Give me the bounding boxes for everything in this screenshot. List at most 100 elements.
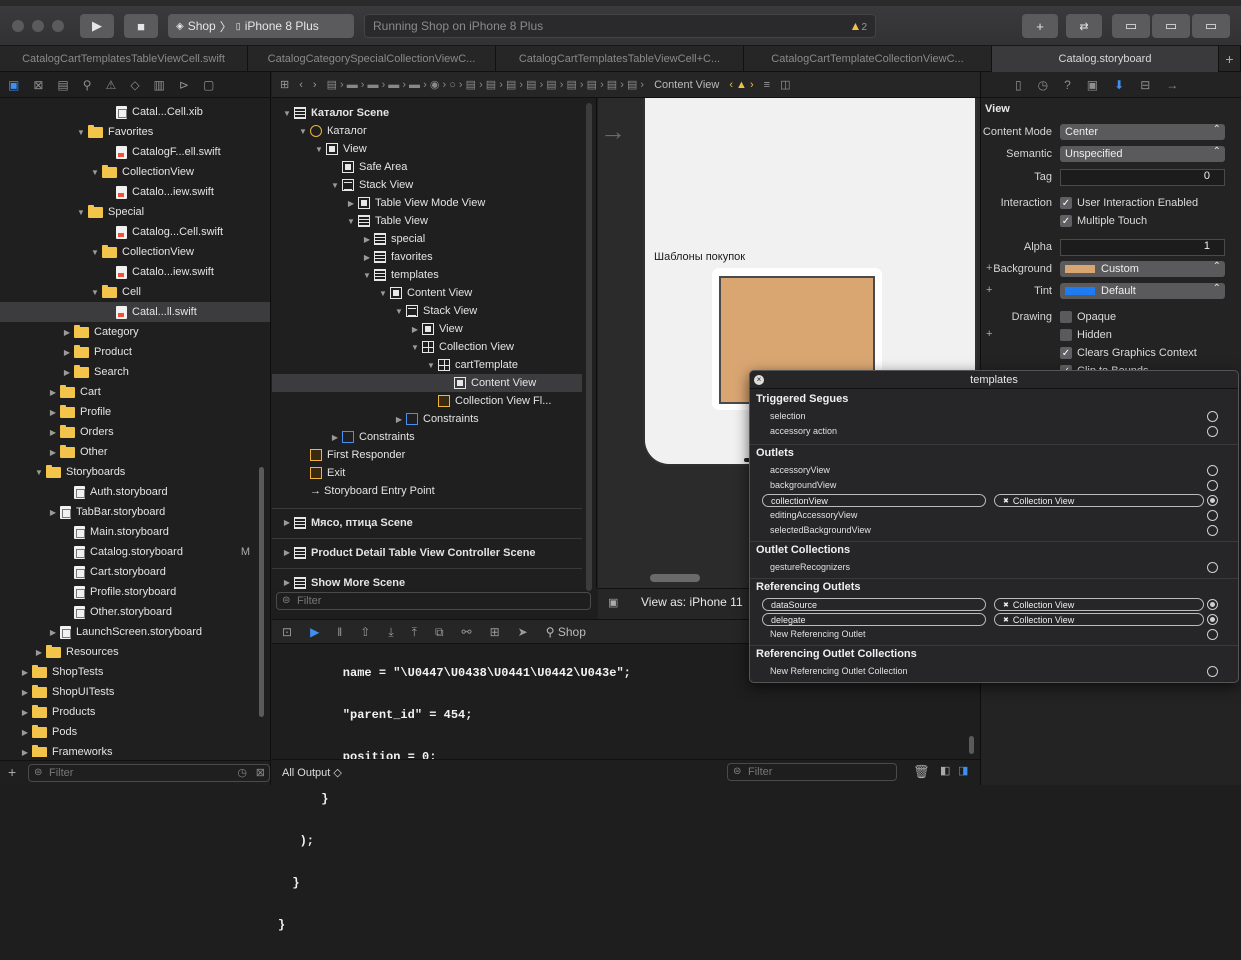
outline-filter-input[interactable]: ⊜ Filter xyxy=(276,592,591,610)
connections-inspector-icon[interactable]: → xyxy=(1166,78,1178,92)
issue-nav-icon[interactable]: ‹ ▲ › xyxy=(729,79,753,91)
disclosure-triangle-icon[interactable]: ▶ xyxy=(362,253,372,262)
trash-icon[interactable]: 🗑 xyxy=(913,764,930,780)
file-tree-row[interactable]: ▼ Special xyxy=(0,202,270,222)
disclosure-triangle-icon[interactable]: ▶ xyxy=(48,408,58,417)
connection-well-icon[interactable] xyxy=(1207,599,1218,610)
disclosure-triangle-icon[interactable]: ▶ xyxy=(20,668,30,677)
modified-files-icon[interactable]: ⊠ xyxy=(256,766,265,779)
file-tree-row[interactable]: Catalog.storyboard M xyxy=(0,542,270,562)
toggle-navigator-button[interactable]: ▭ xyxy=(1112,14,1150,38)
output-selector[interactable]: All Output ◇ xyxy=(282,766,342,779)
attributes-inspector-icon[interactable]: ⬇ xyxy=(1114,78,1124,92)
disclosure-triangle-icon[interactable]: ▶ xyxy=(48,448,58,457)
file-tree-row[interactable]: ▶ Other xyxy=(0,442,270,462)
breadcrumb-current[interactable]: Content View xyxy=(654,79,719,91)
file-tree-row[interactable]: ▶ ShopUITests xyxy=(0,682,270,702)
outline-row[interactable]: ▶ Table View Mode View xyxy=(272,194,582,212)
connection-well-icon[interactable] xyxy=(1207,629,1218,640)
file-tree-row[interactable]: ▶ Profile xyxy=(0,402,270,422)
minimize-window-button[interactable] xyxy=(32,20,44,32)
disclosure-triangle-icon[interactable]: ▼ xyxy=(378,289,388,298)
outline-row[interactable]: ▶ Constraints xyxy=(272,410,582,428)
disclosure-triangle-icon[interactable]: ▼ xyxy=(362,271,372,280)
disclosure-triangle-icon[interactable]: ▶ xyxy=(48,508,58,517)
outline-row[interactable]: ▶ favorites xyxy=(272,248,582,266)
outline-row[interactable]: Collection View Fl... xyxy=(272,392,582,410)
add-background-variation-icon[interactable]: + xyxy=(986,262,992,274)
outline-row[interactable]: ▼ Каталог Scene xyxy=(272,104,582,122)
disclosure-triangle-icon[interactable]: ▶ xyxy=(62,368,72,377)
folder-icon[interactable]: ▣ xyxy=(8,78,19,92)
disclosure-triangle-icon[interactable]: ▶ xyxy=(346,199,356,208)
file-tree-row[interactable]: ▼ CollectionView xyxy=(0,242,270,262)
disclosure-triangle-icon[interactable]: ▶ xyxy=(330,433,340,442)
tab-cart-templates-extension[interactable]: CatalogCartTemplatesTableViewCell+C... xyxy=(496,46,744,72)
forward-icon[interactable]: › xyxy=(313,79,317,91)
toggle-debug-button[interactable]: ▭ xyxy=(1152,14,1190,38)
connection-well-icon[interactable] xyxy=(1207,426,1218,437)
toggle-inspector-button[interactable]: ▭ xyxy=(1192,14,1230,38)
disclosure-triangle-icon[interactable]: ▶ xyxy=(20,728,30,737)
navigator-filter-input[interactable]: ⊜ Filter ◷ ⊠ xyxy=(28,764,270,782)
disclosure-triangle-icon[interactable]: ▶ xyxy=(362,235,372,244)
console-scrollbar[interactable] xyxy=(969,736,974,754)
file-tree-row[interactable]: Auth.storyboard xyxy=(0,482,270,502)
search-icon[interactable]: ⚲ xyxy=(83,78,92,92)
disclosure-triangle-icon[interactable]: ▶ xyxy=(62,348,72,357)
report-icon[interactable]: ▢ xyxy=(203,78,214,92)
disclosure-triangle-icon[interactable]: ▼ xyxy=(314,145,324,154)
disclosure-triangle-icon[interactable]: ▼ xyxy=(90,288,100,297)
file-tree-row[interactable]: ▶ Search xyxy=(0,362,270,382)
connection-well-icon[interactable] xyxy=(1207,562,1218,573)
connection-source-pill[interactable]: delegate xyxy=(762,613,986,626)
outline-row[interactable]: ▼ Stack View xyxy=(272,302,582,320)
disclosure-triangle-icon[interactable]: ▶ xyxy=(20,688,30,697)
connection-target-pill[interactable]: ✖ Collection View xyxy=(994,613,1204,626)
file-tree-row[interactable]: ▶ Cart xyxy=(0,382,270,402)
connection-well-icon[interactable] xyxy=(1207,480,1218,491)
outline-row[interactable]: ▶ special xyxy=(272,230,582,248)
file-tree-row[interactable]: ▶ Orders xyxy=(0,422,270,442)
file-tree-row[interactable]: ▶ Product xyxy=(0,342,270,362)
library-button[interactable]: + xyxy=(1022,14,1058,38)
disclosure-triangle-icon[interactable]: ▼ xyxy=(394,307,404,316)
disconnect-icon[interactable]: ✖ xyxy=(1003,601,1009,609)
connection-well-icon[interactable] xyxy=(1207,525,1218,536)
back-icon[interactable]: ‹ xyxy=(299,79,303,91)
outline-row[interactable]: ▼ Каталог xyxy=(272,122,582,140)
editor-options-icon[interactable]: ≡ xyxy=(764,79,770,91)
file-tree-row[interactable]: ▶ Resources xyxy=(0,642,270,662)
outline-toggle-icon[interactable]: ▣ xyxy=(608,596,618,609)
file-tree-row[interactable]: ▶ Category xyxy=(0,322,270,342)
help-icon[interactable]: ? xyxy=(1064,78,1071,92)
disclosure-triangle-icon[interactable]: ▼ xyxy=(76,128,86,137)
scheme-selector[interactable]: ◈ Shop 〉 ▯ iPhone 8 Plus xyxy=(168,14,354,38)
navigator-scrollbar[interactable] xyxy=(259,467,264,717)
background-popup[interactable]: Custom xyxy=(1060,261,1225,277)
disclosure-triangle-icon[interactable]: ▼ xyxy=(90,168,100,177)
file-tree-row[interactable]: Cart.storyboard xyxy=(0,562,270,582)
source-control-icon[interactable]: ⊠ xyxy=(33,78,43,92)
canvas-hscroll[interactable] xyxy=(650,574,700,582)
file-tree-row[interactable]: Catal...ll.swift xyxy=(0,302,270,322)
file-tree-row[interactable]: Main.storyboard xyxy=(0,522,270,542)
related-items-icon[interactable]: ⊞ xyxy=(280,78,289,91)
connection-target-pill[interactable]: ✖ Collection View xyxy=(994,598,1204,611)
code-review-button[interactable]: ⇄ xyxy=(1066,14,1102,38)
connection-well-icon[interactable] xyxy=(1207,614,1218,625)
tint-popup[interactable]: Default xyxy=(1060,283,1225,299)
warning-icon[interactable]: ▲2 xyxy=(850,19,867,33)
scene-row[interactable]: ▶ Мясо, птица Scene xyxy=(272,508,582,536)
multiple-touch-checkbox[interactable]: ✓ xyxy=(1060,215,1072,227)
disclosure-triangle-icon[interactable]: ▶ xyxy=(410,325,420,334)
tab-catalog-storyboard[interactable]: Catalog.storyboard xyxy=(992,46,1219,72)
outline-row[interactable]: ▼ View xyxy=(272,140,582,158)
disclosure-triangle-icon[interactable]: ▼ xyxy=(346,217,356,226)
outline-row[interactable]: ▼ Content View xyxy=(272,284,582,302)
console-view-icon[interactable]: ◨ xyxy=(958,764,968,777)
identity-inspector-icon[interactable]: ▣ xyxy=(1087,78,1098,92)
add-editor-icon[interactable]: ◫ xyxy=(780,78,790,91)
file-tree-row[interactable]: ▶ Products xyxy=(0,702,270,722)
disclosure-triangle-icon[interactable]: ▼ xyxy=(90,248,100,257)
